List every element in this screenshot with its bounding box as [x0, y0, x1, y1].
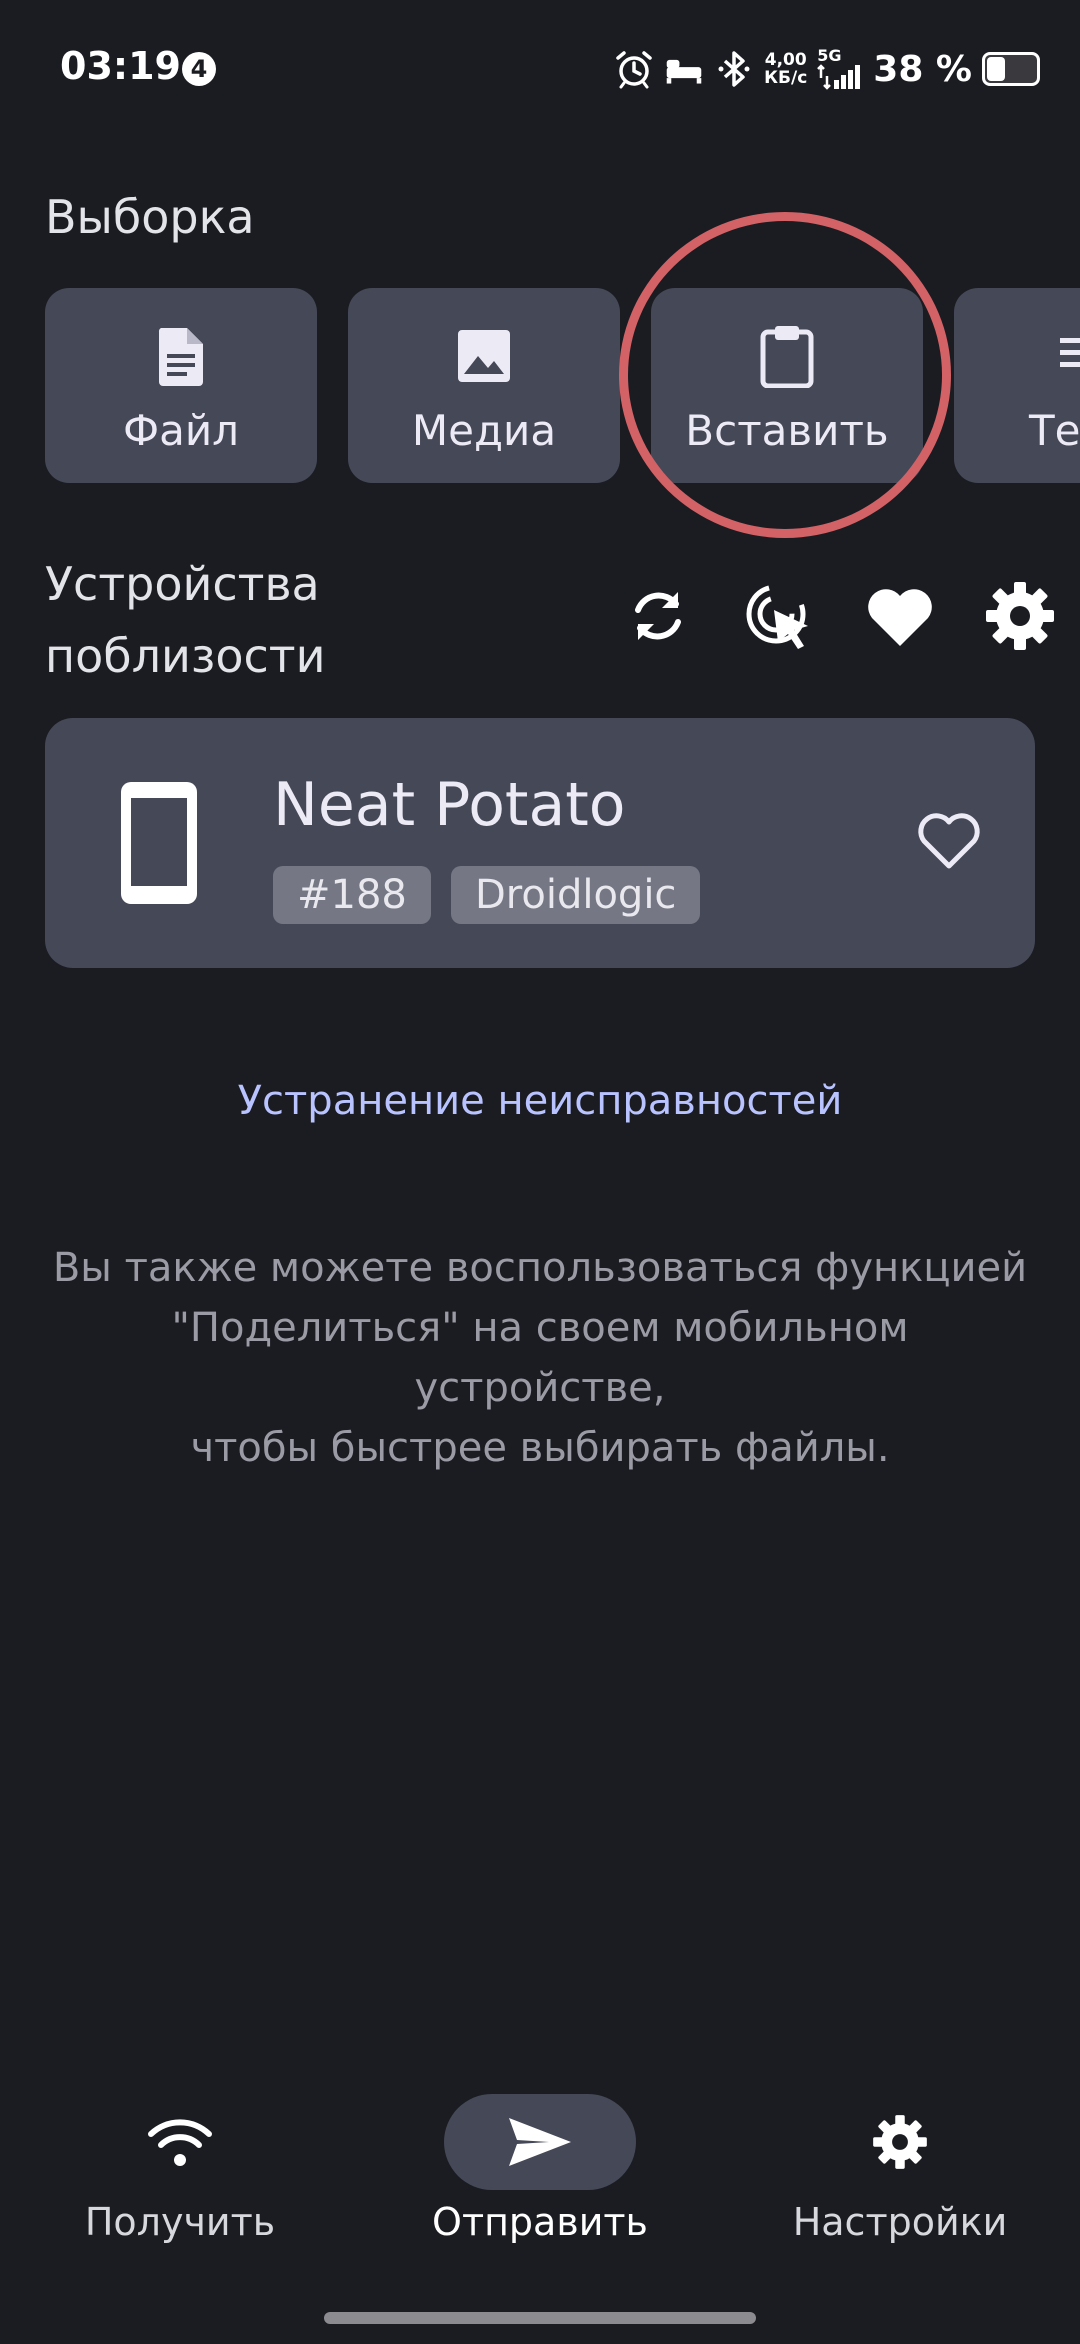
selection-chips: Файл Медиа Вставить Те: [45, 288, 1080, 483]
nav-receive-label: Получить: [84, 2200, 276, 2244]
bluetooth-icon: [718, 51, 750, 87]
signal-icon: [817, 64, 861, 90]
phone-icon: [121, 782, 197, 904]
gear-icon[interactable]: [982, 578, 1058, 654]
file-chip[interactable]: Файл: [45, 288, 317, 483]
gear-icon: [873, 2115, 927, 2169]
device-id-tag: #188: [273, 866, 431, 924]
favorites-heart-icon[interactable]: [862, 578, 938, 654]
clipboard-icon: [760, 326, 814, 388]
share-hint-text: Вы также можете воспользоваться функцией…: [40, 1238, 1040, 1478]
heart-outline-icon[interactable]: [915, 810, 983, 872]
network-signal: 5G: [817, 48, 863, 90]
device-model-tag: Droidlogic: [451, 866, 701, 924]
speed-value: 4,00: [764, 50, 807, 70]
paste-chip[interactable]: Вставить: [651, 288, 923, 483]
home-indicator[interactable]: [324, 2312, 756, 2324]
nav-send-indicator: [444, 2094, 636, 2190]
selection-title: Выборка: [45, 190, 255, 244]
nav-settings-indicator: [804, 2094, 996, 2190]
status-time: 03:19: [60, 44, 181, 88]
hint-line2: "Поделиться" на своем мобильном устройст…: [171, 1305, 909, 1411]
status-icons: 4,00 КБ/с 5G 38 %: [614, 44, 1040, 94]
nav-settings[interactable]: Настройки: [750, 2080, 1050, 2260]
sleep-icon: [666, 59, 702, 84]
image-icon: [458, 330, 510, 382]
nav-receive[interactable]: Получить: [30, 2080, 330, 2260]
bottom-navigation: Получить Отправить Настройки: [0, 2080, 1080, 2280]
nearby-devices-title: Устройства поблизости: [45, 548, 325, 692]
battery-percent: 38 %: [873, 48, 972, 90]
scan-target-icon[interactable]: [742, 578, 818, 654]
network-speed: 4,00 КБ/с: [764, 51, 807, 87]
alarm-icon: [616, 51, 652, 89]
nav-settings-label: Настройки: [792, 2200, 1008, 2244]
refresh-icon[interactable]: [620, 578, 696, 654]
network-type: 5G: [817, 46, 842, 65]
speed-unit: КБ/с: [764, 68, 808, 88]
nearby-actions: [620, 578, 1060, 654]
nav-send-label: Отправить: [432, 2200, 648, 2244]
text-chip[interactable]: Те: [954, 288, 1080, 483]
battery-icon: [982, 52, 1040, 86]
nearby-title-line2: поблизости: [45, 629, 326, 683]
battery-level-fill: [987, 57, 1005, 81]
notification-count-badge: 4: [182, 52, 216, 86]
device-card[interactable]: Neat Potato #188 Droidlogic: [45, 718, 1035, 968]
hint-line3: чтобы быстрее выбирать файлы.: [190, 1425, 890, 1471]
nav-send[interactable]: Отправить: [390, 2080, 690, 2260]
wifi-icon: [148, 2119, 212, 2166]
file-chip-label: Файл: [122, 406, 240, 455]
send-icon: [509, 2118, 571, 2166]
device-name: Neat Potato: [273, 770, 626, 840]
nav-receive-indicator: [84, 2094, 276, 2190]
hint-line1: Вы также можете воспользоваться функцией: [52, 1245, 1028, 1291]
status-bar: 03:19 4 4,00 КБ/с 5G 38 %: [0, 0, 1080, 140]
file-icon: [158, 328, 203, 386]
media-chip[interactable]: Медиа: [348, 288, 620, 483]
nearby-title-line1: Устройства: [45, 557, 320, 611]
troubleshoot-link[interactable]: Устранение неисправностей: [0, 1078, 1080, 1124]
text-icon: [1060, 338, 1080, 367]
text-chip-label: Те: [1029, 406, 1080, 455]
media-chip-label: Медиа: [411, 406, 557, 455]
app-screen: 03:19 4 4,00 КБ/с 5G 38 % Выборка Файл М…: [0, 0, 1080, 2344]
paste-chip-label: Вставить: [685, 406, 889, 455]
